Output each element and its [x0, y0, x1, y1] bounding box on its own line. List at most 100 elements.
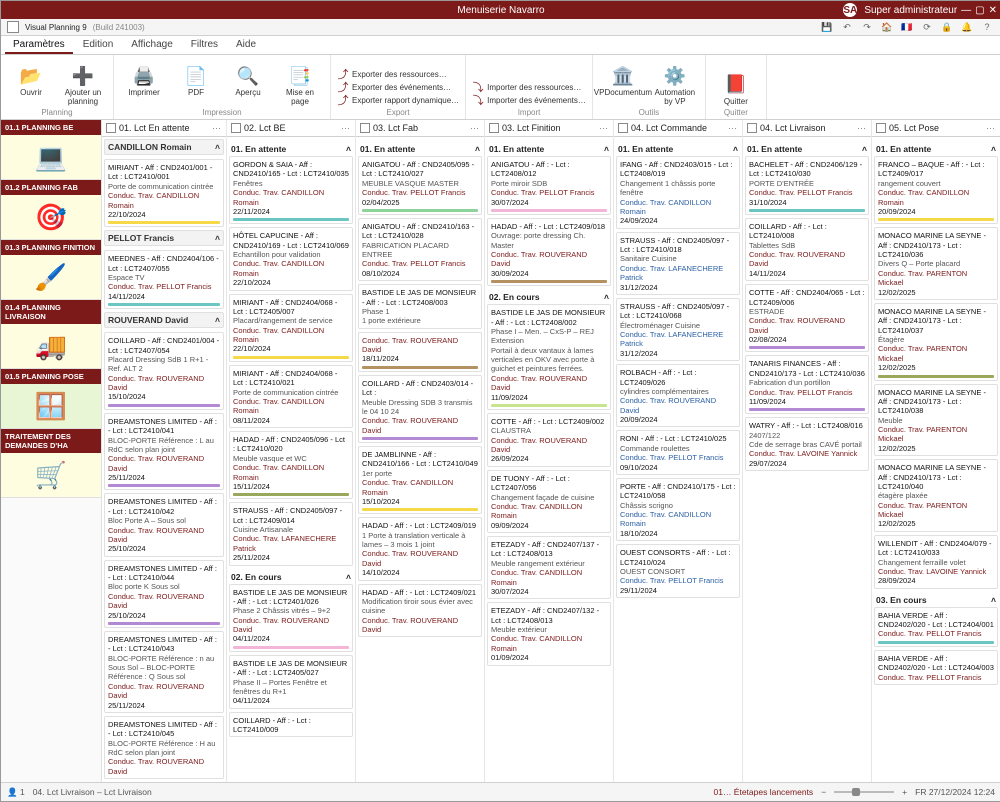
close-icon[interactable]: ✕ — [989, 5, 997, 16]
chevron-up-icon[interactable]: ˄ — [346, 144, 351, 154]
card[interactable]: STRAUSS - Aff : CND2405/097 - Lct : LCT2… — [616, 232, 740, 295]
column-body[interactable]: 01. En attente˄GORDON & SAIA - Aff : CND… — [227, 137, 355, 782]
card[interactable]: HADAD - Aff : - Lct : LCT2409/021Modific… — [358, 584, 482, 638]
chevron-up-icon[interactable]: ˄ — [604, 292, 609, 302]
column-checkbox[interactable] — [489, 123, 499, 133]
card[interactable]: HADAD - Aff : - Lct : LCT2409/0191 Porte… — [358, 517, 482, 580]
card[interactable]: HÔTEL CAPUCINE - Aff : CND2410/169 - Lct… — [229, 227, 353, 290]
column-menu-icon[interactable]: ⋯ — [470, 123, 480, 134]
card[interactable]: MONACO MARINE LA SEYNE - Aff : CND2410/1… — [874, 384, 998, 457]
sidebar-item-5[interactable]: TRAITEMENT DES DEMANDES D'HA🛒 — [1, 429, 101, 498]
column-body[interactable]: 01. En attente˄IFANG - Aff : CND2403/015… — [614, 137, 742, 782]
sidebar-item-4[interactable]: 01.5 PLANNING POSE🪟 — [1, 369, 101, 429]
card[interactable]: DE JAMBLINNE - Aff : CND2410/166 - Lct :… — [358, 446, 482, 514]
card[interactable]: TANARIS FINANCES - Aff : CND2410/173 - L… — [745, 355, 869, 414]
card[interactable]: DREAMSTONES LIMITED - Aff : - Lct : LCT2… — [104, 493, 224, 556]
maximize-icon[interactable]: ▢ — [975, 5, 984, 16]
card[interactable]: BASTIDE LE JAS DE MONSIEUR - Aff : - Lct… — [487, 304, 611, 410]
sidebar-item-3[interactable]: 01.4 PLANNING LIVRAISON🚚 — [1, 300, 101, 369]
card[interactable]: COILLARD - Aff : - Lct : LCT2410/008Tabl… — [745, 218, 869, 281]
column-header[interactable]: 05. Lct Pose⋯ — [872, 120, 1000, 137]
card[interactable]: MONACO MARINE LA SEYNE - Aff : CND2410/1… — [874, 227, 998, 300]
card[interactable]: IFANG - Aff : CND2403/015 - Lct : LCT240… — [616, 156, 740, 229]
card[interactable]: MONACO MARINE LA SEYNE - Aff : CND2410/1… — [874, 459, 998, 532]
card[interactable]: MIRIANT - Aff : CND2404/068 - Lct : LCT2… — [229, 294, 353, 362]
tab-filtres[interactable]: Filtres — [183, 36, 226, 54]
qat-undo-icon[interactable]: ↶ — [839, 19, 855, 35]
zoom-slider[interactable] — [834, 791, 894, 793]
chevron-up-icon[interactable]: ˄ — [733, 144, 738, 154]
sidebar-item-0[interactable]: 01.1 PLANNING BE💻 — [1, 120, 101, 180]
column-menu-icon[interactable]: ⋯ — [212, 123, 222, 134]
column-header[interactable]: 01. Lct En attente⋯ — [102, 120, 226, 137]
import-events[interactable]: ⤵Importer des événements… — [472, 94, 586, 106]
column-menu-icon[interactable]: ⋯ — [857, 123, 867, 134]
qat-lock-icon[interactable]: 🔒 — [939, 19, 955, 35]
column-body[interactable]: 01. En attente˄ANIGATOU - Aff : - Lct : … — [485, 137, 613, 782]
qat-lang-icon[interactable]: 🇫🇷 — [899, 19, 915, 35]
card[interactable]: MIRIANT - Aff : CND2404/068 - Lct : LCT2… — [229, 365, 353, 428]
card[interactable]: BAHIA VERDE - Aff : CND2402/020 - Lct : … — [874, 607, 998, 647]
column-checkbox[interactable] — [618, 123, 628, 133]
card[interactable]: DREAMSTONES LIMITED - Aff : - Lct : LCT2… — [104, 560, 224, 628]
swimlane-header[interactable]: CANDILLON Romain˄ — [104, 139, 224, 155]
tab-parametres[interactable]: Paramètres — [5, 36, 73, 54]
chevron-up-icon[interactable]: ˄ — [991, 144, 996, 154]
preview-button[interactable]: 🔍Aperçu — [224, 64, 272, 97]
card[interactable]: ETEZADY - Aff : CND2407/132 - Lct : LCT2… — [487, 602, 611, 665]
column-body[interactable]: 01. En attente˄FRANCO – BAQUE - Aff : - … — [872, 137, 1000, 782]
zoom-in-icon[interactable]: + — [902, 787, 907, 797]
card[interactable]: MIRIANT - Aff : CND2401/001 - Lct : LCT2… — [104, 159, 224, 227]
card[interactable]: ANIGATOU - Aff : CND2410/163 - Lct : LCT… — [358, 218, 482, 281]
minimize-icon[interactable]: — — [961, 5, 971, 16]
page-setup-button[interactable]: 📑Mise en page — [276, 64, 324, 106]
card[interactable]: STRAUSS - Aff : CND2405/097 - Lct : LCT2… — [229, 502, 353, 565]
card[interactable]: PORTE - Aff : CND2410/175 - Lct : LCT241… — [616, 478, 740, 541]
chevron-up-icon[interactable]: ˄ — [862, 144, 867, 154]
quit-button[interactable]: 📕Quitter — [712, 73, 760, 106]
column-header[interactable]: 04. Lct Livraison⋯ — [743, 120, 871, 137]
column-header[interactable]: 03. Lct Finition⋯ — [485, 120, 613, 137]
import-resources[interactable]: ⤵Importer des ressources… — [472, 81, 586, 93]
column-body[interactable]: 01. En attente˄ANIGATOU - Aff : CND2405/… — [356, 137, 484, 782]
add-planning-button[interactable]: ➕ Ajouter un planning — [59, 64, 107, 106]
card[interactable]: ANIGATOU - Aff : - Lct : LCT2408/012Port… — [487, 156, 611, 215]
zoom-out-icon[interactable]: − — [821, 787, 826, 797]
card[interactable]: COILLARD - Aff : CND2403/014 - Lct :Meub… — [358, 375, 482, 443]
column-body[interactable]: CANDILLON Romain˄ MIRIANT - Aff : CND2401… — [102, 137, 226, 782]
column-menu-icon[interactable]: ⋯ — [728, 123, 738, 134]
card[interactable]: ETEZADY - Aff : CND2407/137 - Lct : LCT2… — [487, 536, 611, 599]
card[interactable]: COILLARD - Aff : - Lct : LCT2410/009 — [229, 712, 353, 738]
sidebar-item-2[interactable]: 01.3 PLANNING FINITION🖌️ — [1, 240, 101, 300]
card[interactable]: HADAD - Aff : CND2405/096 - Lct : LCT241… — [229, 431, 353, 499]
column-checkbox[interactable] — [360, 123, 370, 133]
column-header[interactable]: 03. Lct Fab⋯ — [356, 120, 484, 137]
card[interactable]: DREAMSTONES LIMITED - Aff : - Lct : LCT2… — [104, 716, 224, 779]
column-menu-icon[interactable]: ⋯ — [986, 123, 996, 134]
print-button[interactable]: 🖨️Imprimer — [120, 64, 168, 97]
automation-button[interactable]: ⚙️Automation by VP — [651, 64, 699, 106]
card[interactable]: WATRY - Aff : - Lct : LCT2408/0162407/12… — [745, 417, 869, 471]
swimlane-header[interactable]: PELLOT Francis˄ — [104, 230, 224, 246]
column-checkbox[interactable] — [231, 123, 241, 133]
card[interactable]: COTTE - Aff : CND2404/065 - Lct : LCT240… — [745, 284, 869, 352]
swimlane-header[interactable]: ROUVERAND David˄ — [104, 312, 224, 328]
qat-bell-icon[interactable]: 🔔 — [959, 19, 975, 35]
card[interactable]: DREAMSTONES LIMITED - Aff : - Lct : LCT2… — [104, 413, 224, 491]
card[interactable]: DE TUONY - Aff : - Lct : LCT2407/056Chan… — [487, 470, 611, 533]
column-menu-icon[interactable]: ⋯ — [599, 123, 609, 134]
card[interactable]: Conduc. Trav. ROUVERAND David18/11/2024 — [358, 332, 482, 372]
export-events[interactable]: ⤴Exporter des événements… — [337, 81, 459, 93]
column-checkbox[interactable] — [106, 123, 116, 133]
sidebar-item-1[interactable]: 01.2 PLANNING FAB🎯 — [1, 180, 101, 240]
chevron-up-icon[interactable]: ˄ — [604, 144, 609, 154]
card[interactable]: WILLENDIT - Aff : CND2404/079 - Lct : LC… — [874, 535, 998, 589]
qat-help-icon[interactable]: ? — [979, 19, 995, 35]
card[interactable]: ANIGATOU - Aff : CND2405/095 - Lct : LCT… — [358, 156, 482, 215]
chevron-up-icon[interactable]: ˄ — [991, 595, 996, 605]
card[interactable]: COTTE - Aff : - Lct : LCT2409/002CLAUSTR… — [487, 413, 611, 467]
chevron-up-icon[interactable]: ˄ — [475, 144, 480, 154]
qat-refresh-icon[interactable]: ⟳ — [919, 19, 935, 35]
card[interactable]: BASTIDE LE JAS DE MONSIEUR - Aff : - Lct… — [358, 284, 482, 329]
qat-save-icon[interactable]: 💾 — [819, 19, 835, 35]
